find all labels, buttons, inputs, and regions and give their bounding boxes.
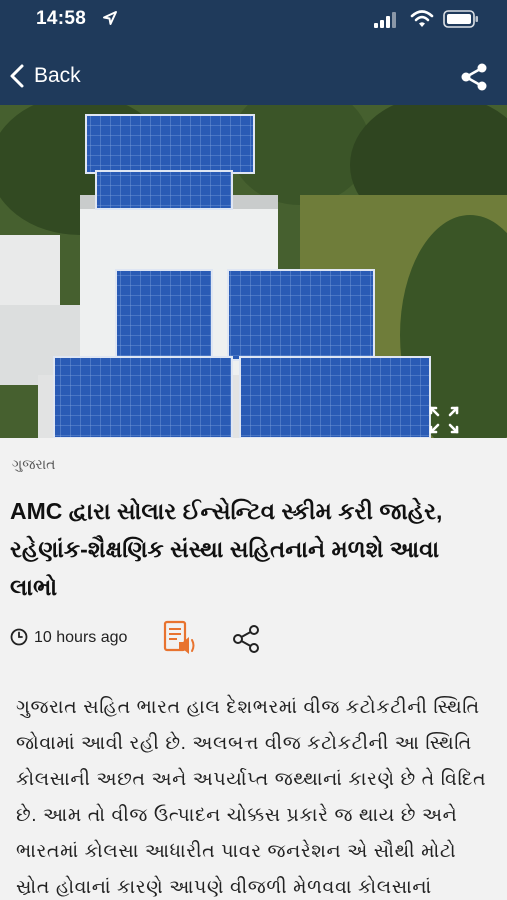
battery-icon — [443, 10, 478, 28]
audio-article-icon[interactable] — [162, 620, 198, 656]
article-category: ગુજરાત — [12, 456, 56, 472]
share-article-icon[interactable] — [231, 624, 261, 654]
status-time: 14:58 — [36, 8, 87, 29]
back-button[interactable]: Back — [6, 60, 81, 92]
article-meta: 10 hours ago — [10, 620, 490, 656]
solar-rooftop-photo — [0, 105, 507, 438]
article-body: ગુજરાત સહિત ભારત હાલ દેશભરમાં વીજ કટોકટી… — [16, 697, 487, 898]
status-bar: 14:58 — [0, 0, 507, 40]
back-chevron-icon — [10, 64, 24, 88]
article-title: AMC દ્વારા સોલાર ઈન્સેન્ટિવ સ્કીમ કરી જા… — [10, 498, 443, 600]
app-header: 14:58 Back — [0, 0, 507, 105]
article-hero-image — [0, 105, 507, 438]
back-label: Back — [34, 64, 81, 87]
share-icon[interactable] — [458, 61, 490, 93]
location-arrow-icon — [103, 11, 117, 25]
publish-time: 10 hours ago — [34, 629, 128, 646]
navigation-bar: Back — [0, 50, 507, 102]
expand-icon[interactable] — [425, 403, 463, 437]
signal-icon — [374, 12, 396, 28]
wifi-icon — [410, 10, 434, 27]
clock-icon — [10, 628, 28, 646]
